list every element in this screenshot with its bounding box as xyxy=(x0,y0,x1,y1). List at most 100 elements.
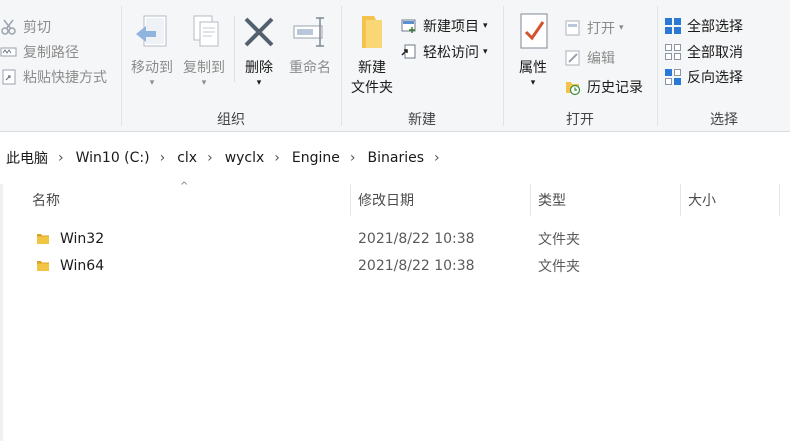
dropdown-arrow-icon: ▾ xyxy=(619,23,624,33)
chevron-right-icon[interactable]: › xyxy=(160,150,166,166)
breadcrumb-engine[interactable]: Engine xyxy=(292,150,340,166)
delete-button[interactable]: 删除 ▾ xyxy=(236,12,282,88)
open-icon xyxy=(564,19,582,37)
move-to-button[interactable]: 移动到 ▾ xyxy=(126,12,178,88)
select-none-button[interactable]: 全部取消 xyxy=(664,41,743,63)
new-item-label: 新建项目 xyxy=(423,19,479,35)
dropdown-arrow-icon: ▾ xyxy=(149,78,155,88)
invert-selection-icon xyxy=(664,68,682,86)
delete-label: 删除 xyxy=(245,60,273,76)
select-group: 全部选择 全部取消 反向选择 选择 xyxy=(658,0,790,132)
new-group: 新建 文件夹 新建项目 ▾ 轻松访问 ▾ 新建 xyxy=(342,0,502,132)
select-group-label: 选择 xyxy=(710,112,738,128)
column-size-label: 大小 xyxy=(688,193,716,209)
chevron-right-icon[interactable]: › xyxy=(207,150,213,166)
breadcrumb-wyclx[interactable]: wyclx xyxy=(225,150,265,166)
file-name: Win64 xyxy=(60,258,105,274)
file-type: 文件夹 xyxy=(538,259,580,275)
dropdown-arrow-icon: ▾ xyxy=(256,78,262,88)
column-header-size[interactable]: 大小 xyxy=(688,184,778,216)
select-all-button[interactable]: 全部选择 xyxy=(664,15,743,37)
dropdown-arrow-icon: ▾ xyxy=(483,47,488,57)
ribbon: 剪切 复制路径 粘贴快捷方式 移动到 ▾ 复制到 ▾ 删除 ▾ 重命名 组织 新… xyxy=(0,0,790,132)
file-modified: 2021/8/22 10:38 xyxy=(358,258,475,274)
properties-icon xyxy=(513,12,553,52)
scissors-icon xyxy=(0,18,18,36)
move-to-label: 移动到 xyxy=(131,60,173,76)
open-button[interactable]: 打开 ▾ xyxy=(564,17,624,39)
dropdown-arrow-icon: ▾ xyxy=(201,78,207,88)
folder-icon xyxy=(36,259,52,273)
breadcrumb: 此电脑 › Win10 (C:) › clx › wyclx › Engine … xyxy=(0,142,790,174)
chevron-right-icon[interactable]: › xyxy=(58,150,64,166)
organize-group: 移动到 ▾ 复制到 ▾ 删除 ▾ 重命名 组织 xyxy=(122,0,340,132)
rename-icon xyxy=(290,12,330,52)
history-icon xyxy=(564,78,582,96)
breadcrumb-binaries[interactable]: Binaries xyxy=(368,150,425,166)
copy-to-icon xyxy=(184,12,224,52)
invert-selection-button[interactable]: 反向选择 xyxy=(664,66,743,88)
new-item-button[interactable]: 新建项目 ▾ xyxy=(400,15,488,37)
properties-button[interactable]: 属性 ▾ xyxy=(508,12,558,88)
paste-shortcut-label: 粘贴快捷方式 xyxy=(23,70,107,86)
rename-button[interactable]: 重命名 xyxy=(282,12,338,78)
column-name-label: 名称 xyxy=(32,193,60,209)
chevron-right-icon[interactable]: › xyxy=(274,150,280,166)
column-header-name[interactable]: 名称 xyxy=(32,184,348,216)
easy-access-icon xyxy=(400,43,418,61)
file-type: 文件夹 xyxy=(538,232,580,248)
new-folder-button[interactable]: 新建 文件夹 xyxy=(346,12,398,98)
file-modified: 2021/8/22 10:38 xyxy=(358,231,475,247)
breadcrumb-clx[interactable]: clx xyxy=(177,150,197,166)
cut-button[interactable]: 剪切 xyxy=(0,16,51,38)
column-modified-label: 修改日期 xyxy=(358,193,414,209)
list-item[interactable]: Win64 2021/8/22 10:38 文件夹 xyxy=(0,253,790,279)
new-folder-label-2: 文件夹 xyxy=(351,80,393,96)
new-group-label: 新建 xyxy=(408,112,436,128)
chevron-right-icon[interactable]: › xyxy=(434,150,440,166)
dropdown-arrow-icon: ▾ xyxy=(483,21,488,31)
new-item-icon xyxy=(400,17,418,35)
column-header-type[interactable]: 类型 xyxy=(538,184,678,216)
file-name-cell: Win32 xyxy=(36,226,104,252)
select-none-label: 全部取消 xyxy=(687,45,743,61)
copy-to-button[interactable]: 复制到 ▾ xyxy=(178,12,230,88)
clipboard-group: 剪切 复制路径 粘贴快捷方式 xyxy=(0,0,120,132)
edit-button[interactable]: 编辑 xyxy=(564,47,615,69)
copy-to-label: 复制到 xyxy=(183,60,225,76)
column-header-modified[interactable]: 修改日期 xyxy=(358,184,528,216)
column-divider[interactable] xyxy=(779,184,780,216)
list-item[interactable]: Win32 2021/8/22 10:38 文件夹 xyxy=(0,226,790,252)
column-header-row: 名称 修改日期 类型 大小 xyxy=(0,184,790,216)
new-folder-label-1: 新建 xyxy=(358,60,386,76)
file-name: Win32 xyxy=(60,231,105,247)
open-label: 打开 xyxy=(587,21,615,37)
file-name-cell: Win64 xyxy=(36,253,104,279)
new-folder-icon xyxy=(352,12,392,52)
divider xyxy=(234,16,235,82)
copy-path-icon xyxy=(0,43,18,61)
column-divider[interactable] xyxy=(530,184,531,216)
paste-shortcut-button[interactable]: 粘贴快捷方式 xyxy=(0,66,107,88)
copy-path-label: 复制路径 xyxy=(23,45,79,61)
move-to-icon xyxy=(132,12,172,52)
column-divider[interactable] xyxy=(680,184,681,216)
column-divider[interactable] xyxy=(350,184,351,216)
select-all-label: 全部选择 xyxy=(687,19,743,35)
edit-label: 编辑 xyxy=(587,51,615,67)
breadcrumb-this-pc[interactable]: 此电脑 xyxy=(6,148,48,168)
copy-path-button[interactable]: 复制路径 xyxy=(0,41,79,63)
properties-label: 属性 xyxy=(519,60,547,76)
column-type-label: 类型 xyxy=(538,193,566,209)
select-none-icon xyxy=(664,43,682,61)
organize-group-label: 组织 xyxy=(217,112,245,128)
easy-access-button[interactable]: 轻松访问 ▾ xyxy=(400,41,488,63)
invert-selection-label: 反向选择 xyxy=(687,70,743,86)
easy-access-label: 轻松访问 xyxy=(423,45,479,61)
chevron-right-icon[interactable]: › xyxy=(350,150,356,166)
history-label: 历史记录 xyxy=(587,80,643,96)
breadcrumb-drive[interactable]: Win10 (C:) xyxy=(76,150,150,166)
open-group: 属性 ▾ 打开 ▾ 编辑 历史记录 打开 xyxy=(504,0,656,132)
cut-label: 剪切 xyxy=(23,20,51,36)
history-button[interactable]: 历史记录 xyxy=(564,76,643,98)
